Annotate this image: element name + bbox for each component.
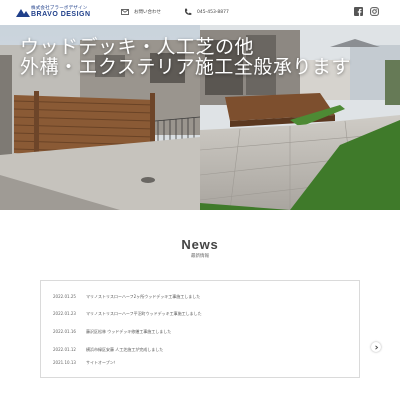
list-item[interactable]: 2022.01.12 横浜市緑区安藤 人工芝施工が完成しました (53, 347, 163, 353)
news-list: 2022.01.25 マリノストリスローハーフ2ヶ所ウッドデッキ工事施工しました… (40, 280, 360, 378)
hero-banner: ウッドデッキ・人工芝の他 外構・エクステリア施工全般承ります (0, 25, 400, 210)
news-date: 2022.01.12 (53, 347, 76, 352)
logo-mark-icon (16, 9, 30, 17)
news-date: 2022.01.25 (53, 294, 76, 299)
site-header: 株式会社ブラーボデザイン BRAVO DESIGN お問い合わせ 045-453… (0, 0, 400, 25)
news-link[interactable]: 藤沢区松林 ウッドデッキ修繕工事施工しました (86, 329, 171, 335)
list-item[interactable]: 2022.01.25 マリノストリスローハーフ2ヶ所ウッドデッキ工事施工しました (53, 294, 200, 300)
news-date: 2022.01.16 (53, 329, 76, 334)
news-heading: News (181, 237, 219, 252)
list-item[interactable]: 2021.10.13 サイトオープン！ (53, 360, 118, 366)
scroll-to-top-button[interactable] (371, 342, 381, 352)
news-link[interactable]: 横浜市緑区安藤 人工芝施工が完成しました (86, 347, 163, 353)
hero-heading-line-2: 外構・エクステリア施工全般承ります (20, 56, 351, 78)
facebook-icon[interactable] (354, 7, 363, 16)
news-link[interactable]: マリノストリスローハーフ2ヶ所ウッドデッキ工事施工しました (86, 294, 200, 300)
news-date: 2022.01.23 (53, 311, 76, 316)
news-link[interactable]: マリノストリスローハーフ平沼町ウッドデッキ工事施工しました (86, 311, 202, 317)
news-link[interactable]: サイトオープン！ (86, 360, 118, 366)
news-date: 2021.10.13 (53, 360, 76, 365)
chevron-right-icon (374, 344, 378, 350)
phone-number: 045-453-8877 (197, 9, 229, 15)
contact-link[interactable]: お問い合わせ (121, 7, 161, 17)
list-item[interactable]: 2022.01.16 藤沢区松林 ウッドデッキ修繕工事施工しました (53, 329, 171, 335)
site-logo[interactable]: 株式会社ブラーボデザイン BRAVO DESIGN (16, 5, 90, 21)
news-subheading: 最新情報 (191, 254, 209, 259)
contact-label: お問い合わせ (134, 10, 161, 15)
phone-link[interactable]: 045-453-8877 (184, 7, 229, 17)
instagram-icon[interactable] (370, 7, 379, 16)
phone-icon (184, 8, 192, 15)
list-item[interactable]: 2022.01.23 マリノストリスローハーフ平沼町ウッドデッキ工事施工しました (53, 311, 202, 317)
logo-title: BRAVO DESIGN (31, 11, 91, 18)
mail-icon (121, 9, 129, 15)
